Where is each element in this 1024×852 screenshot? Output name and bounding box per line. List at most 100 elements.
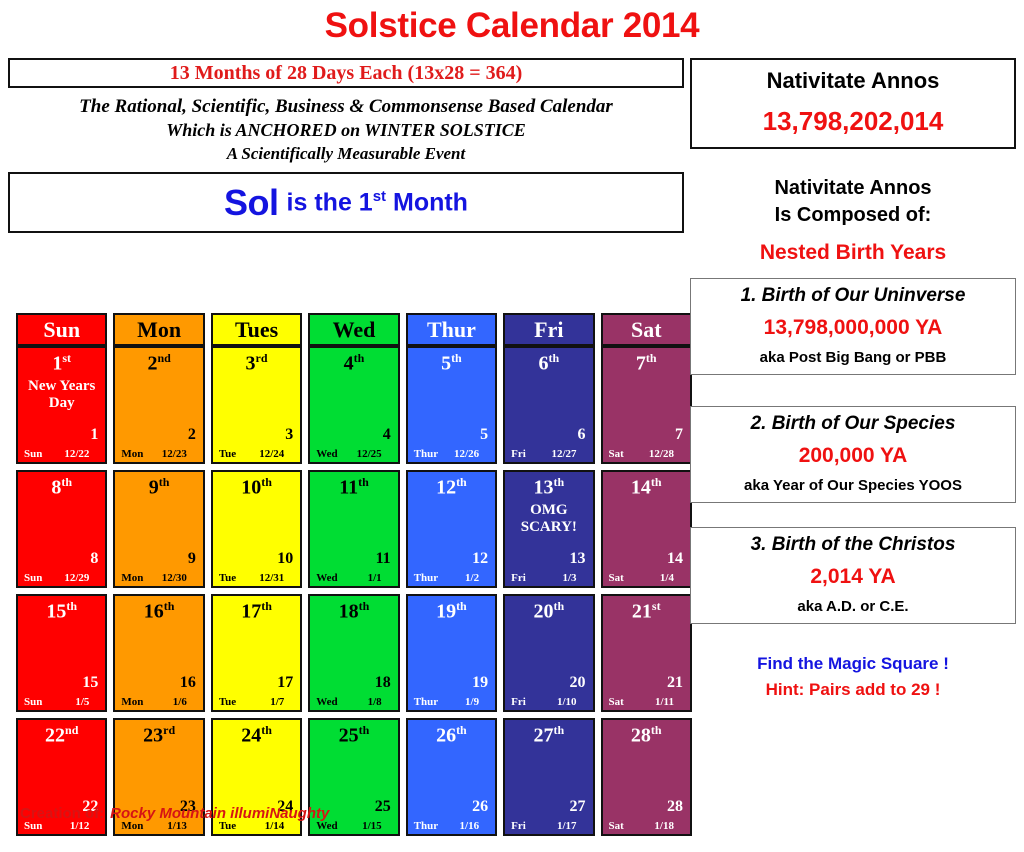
birth-panel-1-title: 1. Birth of Our Uninverse: [740, 285, 966, 306]
day-cell-4[interactable]: 4th 4 Wed 12/25: [308, 346, 400, 464]
day-cell-16[interactable]: 16th 16 Mon 1/6: [113, 594, 205, 712]
day-weekday-abbrev: Fri: [511, 820, 526, 832]
day-gregorian-date: 1/12: [69, 820, 90, 832]
day-ordinal-suffix: st: [62, 351, 72, 365]
day-footer: Mon 1/6: [121, 697, 196, 708]
day-weekday-abbrev: Wed: [316, 820, 338, 832]
day-cell-26[interactable]: 26th 26 Thur 1/16: [405, 718, 498, 836]
day-cell-1[interactable]: 1st New Years Day 1 Sun 12/22: [16, 346, 108, 464]
day-gregorian-date: 1/17: [556, 820, 577, 832]
weekday-header-label: Mon: [137, 316, 182, 342]
magic-square-line-2: Hint: Pairs add to 29 !: [765, 679, 941, 699]
magic-square-line-1: Find the Magic Square !: [757, 654, 949, 673]
day-ordinal-number: 24: [241, 724, 262, 747]
day-ordinal: 8th: [24, 476, 99, 499]
day-cell-7[interactable]: 7th 7 Sat 12/28: [600, 346, 692, 464]
day-number: 10: [277, 550, 294, 567]
day-ordinal-suffix: th: [548, 351, 560, 365]
day-weekday-abbrev: Tue: [218, 820, 237, 832]
day-gregorian-date: 1/3: [562, 572, 577, 584]
day-ordinal-number: 23: [143, 724, 164, 747]
composed-line-1: Nativitate Annos: [774, 177, 932, 199]
day-gregorian-date: 12/28: [648, 448, 674, 460]
day-cell-2[interactable]: 2nd 2 Mon 12/23: [113, 346, 205, 464]
day-number: 6: [577, 426, 586, 443]
day-ordinal: 11th: [316, 476, 391, 499]
day-gregorian-date: 1/6: [172, 696, 187, 708]
day-weekday-abbrev: Thur: [413, 572, 439, 584]
day-cell-8[interactable]: 8th 8 Sun 12/29: [16, 470, 108, 588]
day-number: 18: [374, 674, 391, 691]
weekday-header-label: Sun: [43, 316, 81, 342]
day-cell-9[interactable]: 9th 9 Mon 12/30: [113, 470, 205, 588]
day-ordinal-suffix: rd: [163, 723, 176, 737]
weekday-header-fri: Fri: [503, 313, 595, 346]
tagline-line-2: Which is ANCHORED on WINTER SOLSTICE: [166, 120, 526, 141]
birth-panel-2-title: 2. Birth of Our Species: [750, 413, 956, 434]
weekday-header-label: Sat: [630, 316, 662, 342]
day-weekday-abbrev: Fri: [511, 572, 526, 584]
day-footer: Tue 12/24: [219, 449, 294, 460]
footer-author: Rocky Mountain illumiNaughty: [110, 805, 330, 822]
weekday-header-sun: Sun: [16, 313, 108, 346]
day-ordinal: 18th: [316, 600, 391, 623]
day-ordinal-suffix: th: [358, 723, 370, 737]
day-cell-21[interactable]: 21st 21 Sat 1/11: [600, 594, 692, 712]
day-cell-19[interactable]: 19th 19 Thur 1/9: [405, 594, 498, 712]
birth-panel-2-number: 200,000 YA: [798, 444, 908, 467]
calendar-page: Solstice Calendar 2014 13 Months of 28 D…: [0, 0, 1024, 852]
day-footer: Tue 12/31: [219, 573, 294, 584]
birth-panel-2: 2. Birth of Our Species 200,000 YA aka Y…: [690, 406, 1016, 503]
day-cell-3[interactable]: 3rd 3 Tue 12/24: [210, 346, 303, 464]
day-ordinal-suffix: th: [358, 599, 370, 613]
day-ordinal-suffix: st: [651, 599, 661, 613]
tagline-line-3: A Scientifically Measurable Event: [226, 143, 466, 163]
weekday-header-mon: Mon: [113, 313, 205, 346]
day-footer: Mon 1/13: [121, 821, 196, 832]
day-footer: Sun 1/12: [24, 821, 99, 832]
day-ordinal-number: 5: [441, 352, 452, 375]
day-footer: Sun 12/29: [24, 573, 99, 584]
day-ordinal-number: 15: [46, 600, 67, 623]
day-ordinal-number: 3: [245, 352, 256, 375]
day-ordinal-number: 26: [436, 724, 457, 747]
day-number: 14: [666, 550, 683, 567]
day-footer: Sun 1/5: [24, 697, 99, 708]
day-cell-28[interactable]: 28th 28 Sat 1/18: [600, 718, 692, 836]
day-weekday-abbrev: Mon: [121, 696, 144, 708]
day-cell-11[interactable]: 11th 11 Wed 1/1: [308, 470, 400, 588]
day-ordinal-suffix: th: [456, 599, 467, 613]
month-banner-suffix: is the 1st Month: [287, 188, 468, 217]
day-cell-14[interactable]: 14th 14 Sat 1/4: [600, 470, 692, 588]
day-ordinal-suffix: th: [553, 475, 565, 489]
day-ordinal: 28th: [609, 724, 684, 747]
day-footer: Thur 1/16: [414, 821, 489, 832]
day-ordinal-number: 8: [51, 476, 62, 499]
day-cell-17[interactable]: 17th 17 Tue 1/7: [210, 594, 303, 712]
day-cell-18[interactable]: 18th 18 Wed 1/8: [308, 594, 400, 712]
day-cell-10[interactable]: 10th 10 Tue 12/31: [210, 470, 303, 588]
day-footer: Thur 1/2: [414, 573, 489, 584]
day-footer: Fri 1/10: [511, 697, 586, 708]
weekday-header-tues: Tues: [210, 313, 303, 346]
day-cell-15[interactable]: 15th 15 Sun 1/5: [16, 594, 108, 712]
day-cell-13[interactable]: 13th OMG SCARY! 13 Fri 1/3: [503, 470, 595, 588]
day-cell-5[interactable]: 5th 5 Thur 12/26: [405, 346, 498, 464]
day-note: New Years Day: [28, 377, 96, 411]
day-cell-27[interactable]: 27th 27 Fri 1/17: [503, 718, 595, 836]
weekday-header-row: Sun Mon Tues Wed Thur Fri Sat: [16, 313, 692, 346]
day-ordinal-number: 4: [343, 352, 354, 375]
weekday-header-label: Fri: [534, 316, 564, 342]
day-number: 12: [472, 550, 489, 567]
day-cell-6[interactable]: 6th 6 Fri 12/27: [503, 346, 595, 464]
day-ordinal: 9th: [121, 476, 196, 499]
day-number: 8: [90, 550, 99, 567]
calendar-week-row: 15th 15 Sun 1/5 16th 16 Mon 1/6 17th 17 Tue 1/7 18th…: [16, 594, 692, 712]
day-cell-20[interactable]: 20th 20 Fri 1/10: [503, 594, 595, 712]
day-cell-12[interactable]: 12th 12 Thur 1/2: [405, 470, 498, 588]
day-ordinal-suffix: th: [650, 475, 662, 489]
day-gregorian-date: 1/8: [367, 696, 382, 708]
day-ordinal-suffix: th: [61, 475, 73, 489]
day-ordinal-suffix: th: [261, 599, 272, 613]
day-ordinal-number: 9: [148, 476, 159, 499]
